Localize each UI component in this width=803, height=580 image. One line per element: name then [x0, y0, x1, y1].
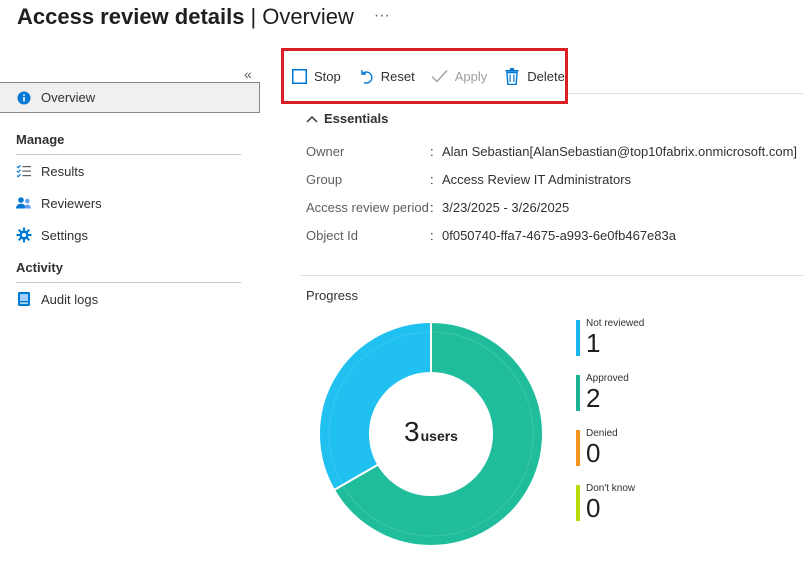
sidebar-section-activity: Activity [16, 259, 63, 275]
essentials-row-period: Access review period : 3/23/2025 - 3/26/… [306, 198, 569, 216]
info-icon [16, 90, 32, 106]
stop-button-label: Stop [314, 68, 341, 84]
essentials-colon: : [430, 143, 434, 159]
sidebar-item-label: Reviewers [41, 195, 102, 211]
essentials-row-group: Group : Access Review IT Administrators [306, 170, 631, 188]
legend-color-bar [576, 320, 580, 356]
audit-log-icon [16, 291, 32, 307]
sidebar: Overview Manage Results Reviewers Settin… [0, 82, 262, 315]
legend-value: 2 [586, 383, 601, 413]
delete-button-label: Delete [527, 68, 565, 84]
sidebar-item-label: Audit logs [41, 291, 99, 307]
chevron-up-icon [306, 115, 318, 123]
sidebar-item-label: Overview [41, 90, 96, 105]
essentials-row-label: Object Id [306, 227, 359, 243]
users-icon [16, 195, 32, 211]
title-separator: | [250, 4, 257, 29]
trash-icon [503, 67, 521, 85]
legend-value: 1 [586, 328, 601, 358]
page-header: Access review details | Overview ··· [17, 4, 390, 32]
progress-title: Progress [306, 288, 359, 303]
page-title: Access review details [17, 4, 245, 29]
sidebar-item-label: Settings [41, 227, 88, 243]
legend-item-denied: Denied 0 [576, 428, 618, 468]
essentials-row-label: Owner [306, 143, 345, 159]
section-divider [301, 275, 803, 276]
essentials-colon: : [430, 227, 434, 243]
legend-item-dont-know: Don't know 0 [576, 483, 635, 523]
legend-value: 0 [586, 493, 601, 523]
reset-button[interactable]: Reset [357, 67, 415, 85]
essentials-colon: : [430, 199, 434, 215]
command-bar: Stop Reset Apply Delete [281, 48, 568, 104]
legend-item-approved: Approved 2 [576, 373, 629, 413]
checklist-icon [16, 163, 32, 179]
sidebar-section-manage: Manage [16, 131, 65, 147]
collapse-sidebar-button[interactable]: « [244, 66, 252, 82]
essentials-row-label: Access review period [306, 199, 429, 215]
sidebar-item-settings[interactable]: Settings [0, 219, 262, 251]
reset-button-label: Reset [380, 68, 415, 84]
essentials-colon: : [430, 171, 434, 187]
essentials-row-object-id: Object Id : 0f050740-ffa7-4675-a993-6e0f… [306, 226, 676, 244]
group-value: Access Review IT Administrators [442, 171, 632, 187]
total-users-unit: users [420, 428, 458, 444]
legend-color-bar [576, 430, 580, 466]
apply-button-label: Apply [454, 68, 488, 84]
owner-value: Alan Sebastian[AlanSebastian@top10fabrix… [442, 143, 798, 159]
legend-item-not-reviewed: Not reviewed 1 [576, 318, 644, 358]
donut-center-total: 3users [370, 416, 492, 448]
more-options-button[interactable]: ··· [374, 7, 390, 25]
sidebar-item-overview[interactable]: Overview [0, 82, 260, 113]
sidebar-item-reviewers[interactable]: Reviewers [0, 187, 262, 219]
undo-icon [357, 67, 375, 85]
toolbar-divider [568, 93, 803, 94]
apply-button[interactable]: Apply [431, 67, 488, 85]
essentials-toggle[interactable]: Essentials [306, 111, 388, 126]
essentials-row-label: Group [306, 171, 343, 187]
stop-button[interactable]: Stop [290, 67, 341, 85]
object-id-value: 0f050740-ffa7-4675-a993-6e0fb467e83a [442, 227, 676, 243]
stop-icon [290, 67, 308, 85]
page-subtitle: Overview [262, 4, 354, 29]
total-users-count: 3 [404, 416, 420, 447]
checkmark-icon [431, 67, 449, 85]
legend-color-bar [576, 375, 580, 411]
gear-icon [16, 227, 32, 243]
sidebar-item-results[interactable]: Results [0, 155, 262, 187]
delete-button[interactable]: Delete [503, 67, 565, 85]
sidebar-item-label: Results [41, 163, 85, 179]
legend-value: 0 [586, 438, 601, 468]
essentials-row-owner: Owner : Alan Sebastian[AlanSebastian@top… [306, 142, 797, 160]
legend-color-bar [576, 485, 580, 521]
essentials-label: Essentials [324, 111, 389, 126]
donut-slice-not-reviewed[interactable] [319, 322, 432, 492]
sidebar-item-audit-logs[interactable]: Audit logs [0, 283, 262, 315]
period-value: 3/23/2025 - 3/26/2025 [442, 199, 570, 215]
